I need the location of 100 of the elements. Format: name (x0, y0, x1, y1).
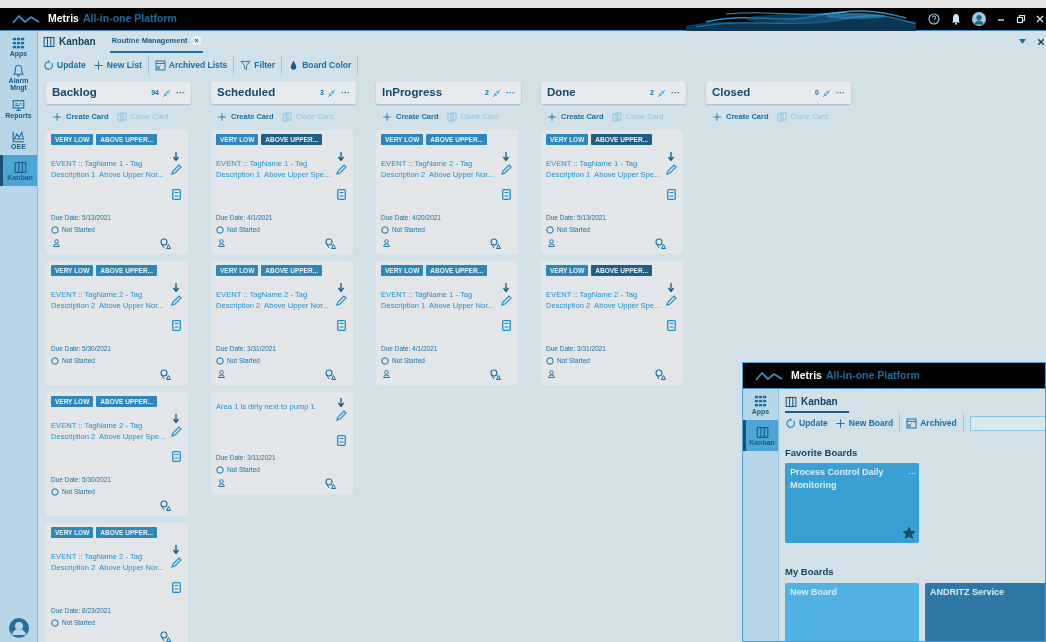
status-circle-icon (216, 465, 224, 474)
down-arrow-icon[interactable] (173, 414, 179, 423)
toolbar-button[interactable]: Archived (906, 416, 957, 430)
board-title: ANDRITZ Service (930, 585, 1006, 599)
down-arrow-icon[interactable] (668, 283, 674, 292)
person-icon[interactable] (548, 370, 555, 378)
list-title: Backlog (52, 85, 97, 101)
trash-icon[interactable] (171, 451, 181, 462)
collapse-icon[interactable] (492, 88, 501, 98)
trash-icon[interactable] (666, 189, 676, 200)
list-title: InProgress (382, 85, 443, 101)
map-pin-warning-icon[interactable] (325, 477, 336, 489)
status-circle-icon (546, 356, 554, 365)
trash-icon[interactable] (501, 320, 511, 331)
map-pin-warning-icon[interactable] (160, 499, 171, 511)
section-heading: Favorite Boards (785, 446, 859, 460)
down-arrow-icon[interactable] (173, 545, 179, 554)
pencil-icon[interactable] (500, 295, 512, 307)
pencil-icon[interactable] (170, 164, 182, 176)
map-pin-warning-icon[interactable] (655, 237, 666, 249)
person-icon[interactable] (218, 479, 225, 487)
archive-icon (906, 417, 918, 429)
map-pin-warning-icon[interactable] (655, 368, 666, 380)
toolbar-button[interactable]: Update (43, 58, 86, 72)
toolbar-button[interactable]: Update (785, 416, 828, 430)
status-circle-icon (51, 225, 59, 234)
more-button[interactable]: ··· (836, 88, 845, 98)
toolbar-button[interactable]: Board Color (288, 58, 352, 72)
more-button[interactable]: ... (908, 467, 916, 477)
copy-icon (776, 112, 787, 122)
toolbar-button[interactable]: Archived Lists (154, 58, 228, 72)
star-icon[interactable] (902, 526, 916, 541)
toolbar-button[interactable]: New List (92, 58, 142, 72)
trash-icon[interactable] (171, 189, 181, 200)
more-button[interactable]: ··· (506, 88, 515, 98)
map-pin-warning-icon[interactable] (325, 368, 336, 380)
collapse-icon[interactable] (657, 88, 666, 98)
help-icon[interactable] (928, 13, 940, 25)
avatar-icon[interactable] (972, 12, 986, 26)
down-arrow-icon[interactable] (668, 152, 674, 161)
copy-icon (281, 112, 292, 122)
map-pin-warning-icon[interactable] (490, 237, 501, 249)
pencil-icon[interactable] (665, 164, 677, 176)
trash-icon[interactable] (171, 320, 181, 331)
map-pin-warning-icon[interactable] (160, 630, 171, 642)
trash-icon[interactable] (171, 582, 181, 593)
map-pin-warning-icon[interactable] (490, 368, 501, 380)
pencil-icon[interactable] (170, 426, 182, 438)
board-card[interactable]: Process Control Daily Monitoring ... (785, 463, 919, 544)
more-button[interactable]: ··· (671, 88, 680, 98)
trash-icon[interactable] (501, 189, 511, 200)
collapse-icon[interactable] (822, 88, 831, 98)
search-field[interactable] (969, 415, 1045, 431)
pencil-icon[interactable] (335, 164, 347, 176)
wave-logo-icon (12, 14, 40, 24)
pencil-icon[interactable] (335, 295, 347, 307)
down-arrow-icon[interactable] (338, 152, 344, 161)
down-arrow-icon[interactable] (503, 283, 509, 292)
trash-icon[interactable] (336, 320, 346, 331)
map-pin-warning-icon[interactable] (160, 237, 171, 249)
collapse-icon[interactable] (162, 88, 171, 98)
section-heading: My Boards (785, 565, 835, 580)
bell-icon[interactable] (950, 13, 962, 25)
down-arrow-icon[interactable] (173, 283, 179, 292)
plus-icon (92, 59, 104, 71)
restore-icon[interactable] (1016, 14, 1026, 24)
down-arrow-icon[interactable] (173, 152, 179, 161)
board-card[interactable]: ANDRITZ Service (925, 582, 1045, 641)
map-pin-warning-icon[interactable] (325, 237, 336, 249)
person-icon[interactable] (218, 370, 225, 378)
status-circle-icon (51, 487, 59, 496)
pencil-icon[interactable] (170, 557, 182, 569)
person-icon[interactable] (548, 239, 555, 247)
pencil-icon[interactable] (500, 164, 512, 176)
trash-icon[interactable] (336, 435, 346, 446)
down-arrow-icon[interactable] (503, 152, 509, 161)
chart-icon (12, 129, 25, 143)
bell-icon (12, 64, 25, 77)
person-icon[interactable] (383, 370, 390, 378)
collapse-icon[interactable] (327, 88, 336, 98)
down-arrow-icon[interactable] (338, 283, 344, 292)
more-button[interactable]: ··· (341, 88, 350, 98)
status-circle-icon (546, 225, 554, 234)
trash-icon[interactable] (336, 189, 346, 200)
person-icon[interactable] (383, 239, 390, 247)
close-icon[interactable] (1038, 39, 1044, 45)
copy-icon (116, 112, 127, 122)
down-arrow-icon[interactable] (338, 398, 344, 407)
board-title: New Board (790, 585, 838, 599)
person-icon[interactable] (53, 239, 60, 247)
pencil-icon[interactable] (665, 295, 677, 307)
more-button[interactable]: ··· (176, 88, 185, 98)
toolbar-button[interactable]: New Board (834, 416, 894, 430)
pencil-icon[interactable] (335, 410, 347, 422)
map-pin-warning-icon[interactable] (160, 368, 171, 380)
toolbar-button[interactable]: Filter (240, 58, 276, 72)
trash-icon[interactable] (666, 320, 676, 331)
dropdown-icon[interactable] (1019, 39, 1026, 45)
person-icon[interactable] (218, 239, 225, 247)
pencil-icon[interactable] (170, 295, 182, 307)
